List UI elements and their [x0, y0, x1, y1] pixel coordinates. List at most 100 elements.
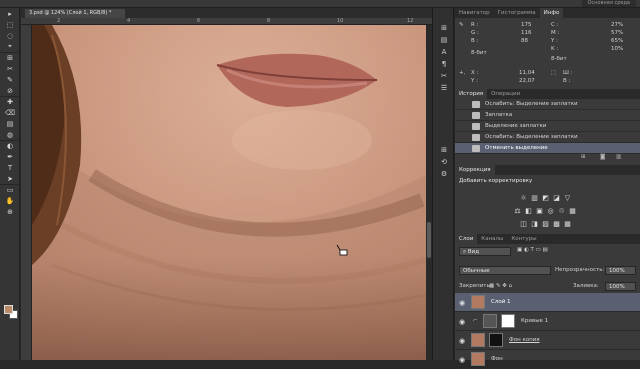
tool-5-icon[interactable]: ✂	[0, 63, 20, 74]
visibility-eye-icon[interactable]: ◉	[459, 318, 465, 326]
history-item[interactable]: Ослабить: Выделение заплатки	[455, 132, 640, 143]
adjustment-row1-4-icon[interactable]: ▽	[563, 194, 572, 203]
panel-shortcut-icon[interactable]: ⊞	[437, 144, 451, 155]
adjustment-row3-3-icon[interactable]: ▩	[552, 220, 561, 229]
panel-shortcut-icon[interactable]: ¶	[437, 58, 451, 69]
document-canvas[interactable]	[32, 25, 426, 360]
tab-history[interactable]: История	[455, 89, 488, 99]
layer-name[interactable]: Фон копия	[509, 337, 540, 343]
layer-filter-kind[interactable]: ⌕ Вид	[459, 247, 511, 256]
tool-8-icon[interactable]: ✚	[0, 96, 20, 107]
blend-mode-select[interactable]: Обычные	[459, 266, 551, 275]
photo-neck-closeup	[32, 25, 426, 360]
tool-3-icon[interactable]: ⌖	[0, 41, 20, 52]
history-item-selected[interactable]: Отменить выделение	[455, 143, 640, 154]
layer-row[interactable]: ◉ ⌐ Кривые 1	[455, 312, 640, 331]
tab-adjustments[interactable]: Коррекция	[455, 165, 495, 175]
tool-14-icon[interactable]: T	[0, 162, 20, 173]
adjustment-row3-0-icon[interactable]: ◫	[519, 220, 528, 229]
layer-thumbnail	[471, 352, 485, 366]
tool-15-icon[interactable]: ➤	[0, 173, 20, 184]
adjustment-row2-3-icon[interactable]: ◎	[546, 207, 555, 216]
layer-name[interactable]: Кривые 1	[521, 318, 548, 324]
adjustment-row3-1-icon[interactable]: ◨	[530, 220, 539, 229]
info-r-value: 175	[521, 22, 532, 28]
history-item[interactable]: Ослабить: Выделение заплатки	[455, 99, 640, 110]
workspace-switcher[interactable]: Основная среда	[581, 0, 636, 7]
info-g-value: 116	[521, 30, 532, 36]
tool-9-icon[interactable]: ⌫	[0, 107, 20, 118]
panel-shortcut-icon[interactable]: ⚙	[437, 168, 451, 179]
layer-name[interactable]: Фон	[491, 356, 503, 362]
opacity-field[interactable]: 100%	[605, 266, 636, 275]
panel-shortcut-icon[interactable]: ✂	[437, 70, 451, 81]
tool-6-icon[interactable]: ✎	[0, 74, 20, 85]
tool-4-icon[interactable]: ⊞	[0, 52, 20, 63]
adjustment-row2-0-icon[interactable]: ⚖	[513, 207, 522, 216]
layer-filter-icons[interactable]: ▣ ◐ T ▭ ▤	[517, 247, 548, 253]
adjustment-row1-3-icon[interactable]: ◪	[552, 194, 561, 203]
opacity-label: Непрозрачность:	[555, 267, 605, 273]
history-item[interactable]: Заплатка	[455, 110, 640, 121]
layer-mask-thumbnail	[489, 333, 503, 347]
tool-7-icon[interactable]: ⊘	[0, 85, 20, 96]
panel-shortcut-icon[interactable]: ⊞	[437, 22, 451, 33]
fill-field[interactable]: 100%	[605, 282, 636, 291]
adjustment-row2-5-icon[interactable]: ▦	[568, 207, 577, 216]
tool-18-icon[interactable]: ⊕	[0, 206, 20, 217]
tool-13-icon[interactable]: ✒	[0, 151, 20, 162]
panel-shortcut-icon[interactable]: ▤	[437, 34, 451, 45]
panel-shortcut-icon[interactable]: ☰	[437, 82, 451, 93]
layer-name[interactable]: Слой 1	[491, 299, 511, 305]
adjustments-title: Добавить корректировку	[459, 178, 533, 184]
tool-11-icon[interactable]: ◍	[0, 129, 20, 140]
trash-icon[interactable]: ▥	[616, 154, 621, 160]
ruler-tick-label: 12	[407, 18, 414, 24]
tab-actions[interactable]: Операции	[487, 89, 524, 99]
lock-icons[interactable]: ▦ ✎ ✥ ⌂	[489, 283, 512, 289]
new-document-from-state-icon[interactable]: ⊞	[581, 154, 586, 160]
tab-paths[interactable]: Контуры	[507, 234, 540, 244]
document-tab[interactable]: 3.psd @ 124% (Слой 1, RGB/8) *	[25, 9, 125, 18]
layer-row-selected[interactable]: ◉ Слой 1	[455, 293, 640, 312]
visibility-eye-icon[interactable]: ◉	[459, 299, 465, 307]
history-step-icon	[472, 101, 480, 108]
adjustment-row2-4-icon[interactable]: ♲	[557, 207, 566, 216]
tab-navigator[interactable]: Навигатор	[455, 8, 494, 18]
visibility-eye-icon[interactable]: ◉	[459, 356, 465, 364]
curves-adjustment-icon	[483, 314, 497, 328]
visibility-eye-icon[interactable]: ◉	[459, 337, 465, 345]
tab-layers[interactable]: Слои	[455, 234, 478, 244]
info-y-value: 65%	[611, 38, 624, 44]
tool-1-icon[interactable]: ⬚	[0, 19, 20, 30]
adjustment-row2-1-icon[interactable]: ◧	[524, 207, 533, 216]
panel-shortcut-icon[interactable]: A	[437, 46, 451, 57]
tool-17-icon[interactable]: ✋	[0, 195, 20, 206]
ruler-tick-label: 2	[57, 18, 61, 24]
scrollbar-thumb[interactable]	[427, 222, 431, 258]
camera-icon[interactable]: ◙	[600, 154, 605, 160]
tool-12-icon[interactable]: ◐	[0, 140, 20, 151]
adjustment-row3-4-icon[interactable]: ▦	[563, 220, 572, 229]
foreground-color-swatch[interactable]	[4, 305, 13, 314]
tool-0-icon[interactable]: ▸	[0, 8, 20, 19]
tool-2-icon[interactable]: ◌	[0, 30, 20, 41]
tab-info[interactable]: Инфо	[539, 8, 564, 18]
collapsed-panels-strip: ⊞ ▤ A ¶ ✂ ☰ ⊞ ⟲ ⚙	[432, 8, 454, 360]
tool-10-icon[interactable]: ▤	[0, 118, 20, 129]
tab-channels[interactable]: Каналы	[477, 234, 507, 244]
layer-row[interactable]: ◉ Фон копия	[455, 331, 640, 350]
adjustment-row1-1-icon[interactable]: ▥	[530, 194, 539, 203]
history-step-icon	[472, 134, 480, 141]
history-step-icon	[472, 145, 480, 152]
adjustment-row2-2-icon[interactable]: ▣	[535, 207, 544, 216]
tool-16-icon[interactable]: ▭	[0, 184, 20, 195]
adjustment-row3-2-icon[interactable]: ▨	[541, 220, 550, 229]
history-item[interactable]: Выделение заплатки	[455, 121, 640, 132]
panel-shortcut-icon[interactable]: ⟲	[437, 156, 451, 167]
app-menubar: Основная среда	[0, 0, 640, 8]
adjustment-row1-2-icon[interactable]: ◩	[541, 194, 550, 203]
corrections-panel-tabs: Коррекция	[455, 165, 640, 175]
adjustment-row1-0-icon[interactable]: ☼	[519, 194, 528, 203]
tab-histogram[interactable]: Гистограмма	[494, 8, 540, 18]
